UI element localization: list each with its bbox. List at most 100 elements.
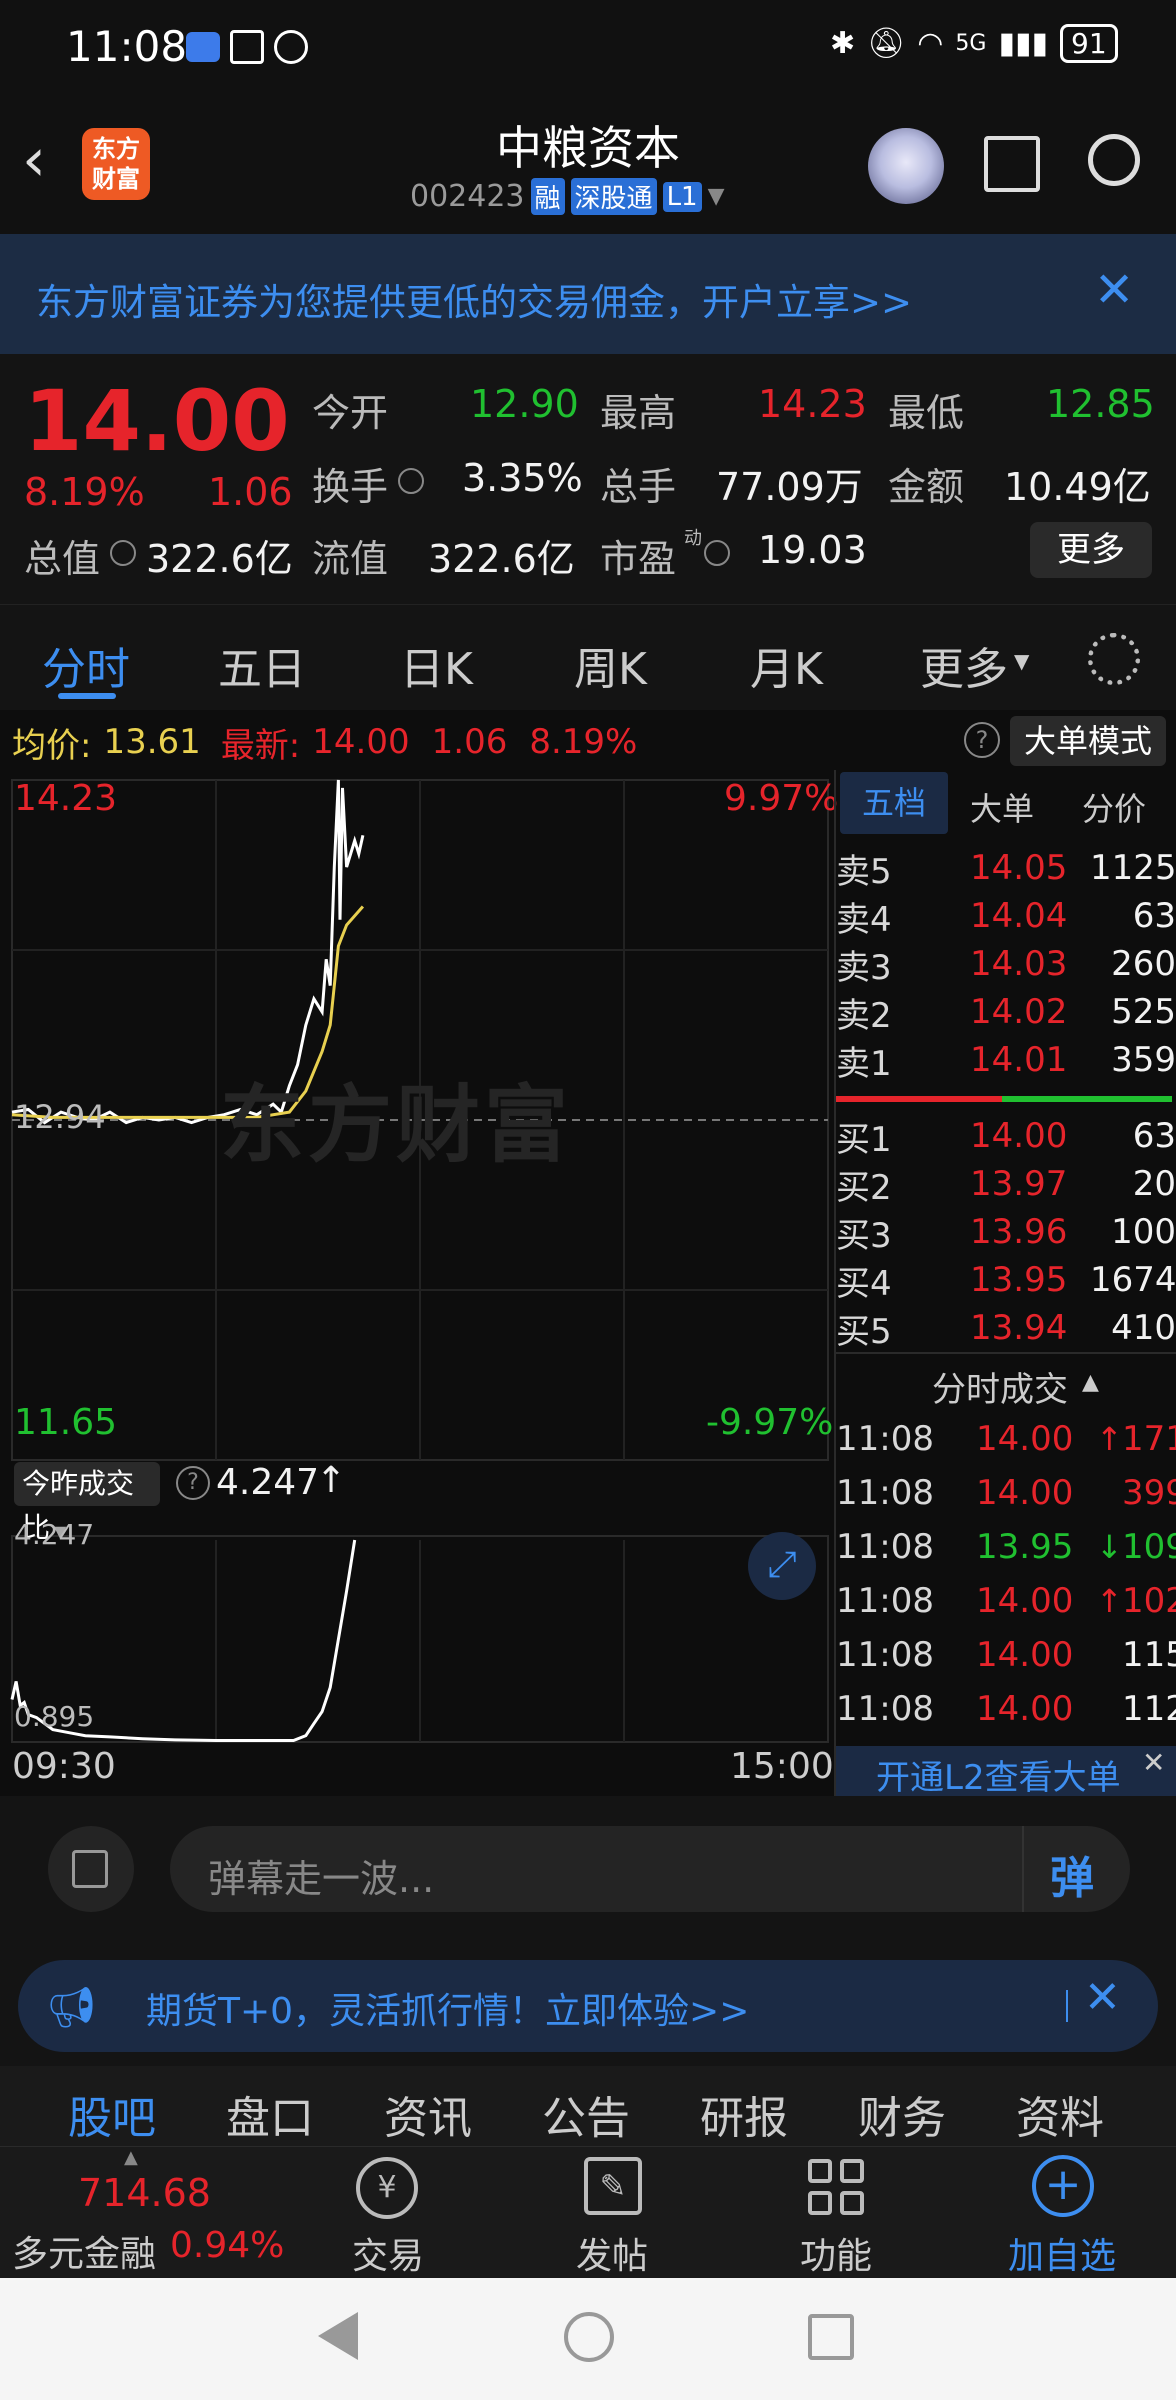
stock-subtitle: 002423 融 深股通 L1 ▼ [410,178,725,215]
bid-row: 买5 13.94 410 [836,1304,1176,1352]
ask-price: 14.01 [970,1040,1068,1080]
chevron-down-icon[interactable]: ▼ [708,184,725,209]
ticks-title[interactable]: 分时成交 [932,1362,1068,1411]
latest-label: 最新: [220,725,301,766]
mute-icon: 🔕︎ [867,26,906,61]
info-icon[interactable] [704,540,730,566]
futures-promo-pill[interactable]: 📢︎ 期货T+0，灵活抓行情！立即体验>> ✕ [18,1960,1158,2052]
big-order-mode-button[interactable]: 大单模式 [1010,716,1166,766]
tab-research[interactable]: 研报 [700,2082,788,2146]
doc-icon [72,1850,108,1888]
tab-5day[interactable]: 五日 [218,633,306,697]
nav-post[interactable]: 发帖 [576,2227,648,2279]
tick-volume: 1024 [1122,1581,1176,1621]
l2-upsell[interactable]: 开通L2查看大单 ✕ [836,1746,1176,1799]
amount-value: 10.49亿 [1004,465,1151,509]
badge-connect: 深股通 [570,178,657,215]
promo-banner[interactable]: 东方财富证券为您提供更低的交易佣金，开户立享>> ✕ [0,234,1176,354]
voice-app-icon [186,32,220,62]
top-nav-bar: ‹ 东方 财富 中粮资本 002423 融 深股通 L1 ▼ [0,100,1176,234]
tab-profile[interactable]: 资料 [1016,2082,1104,2146]
sector-index-value[interactable]: 714.68 [78,2171,211,2215]
grid-icon[interactable] [808,2159,866,2217]
robot-assistant-icon[interactable] [868,128,944,204]
close-icon[interactable]: ✕ [1094,262,1134,318]
more-button[interactable]: 更多 [1030,522,1152,578]
tab-news[interactable]: 资讯 [384,2082,472,2146]
bid-price: 13.96 [970,1212,1068,1252]
tick-arrow: ↓ [1096,1528,1123,1566]
tab-intraday[interactable]: 分时 [42,633,130,697]
close-icon[interactable]: ✕ [1142,1746,1165,1779]
tab-big-orders[interactable]: 大单 [970,784,1034,830]
danmu-toggle-button[interactable]: 弹 [1050,1842,1094,1906]
price-axis-bottom: 11.65 [14,1402,118,1443]
volume-value: 77.09万 [716,465,863,509]
edit-icon[interactable]: ✎ [584,2157,642,2215]
back-nav-icon[interactable] [318,2312,358,2360]
intraday-chart-svg[interactable] [0,770,834,1796]
home-nav-icon[interactable] [564,2312,614,2362]
tab-financials[interactable]: 财务 [858,2082,946,2146]
tab-price-dist[interactable]: 分价 [1082,784,1146,830]
bid-ask-bar-green [1002,1096,1172,1102]
tab-monthly[interactable]: 月K [750,633,823,697]
tab-more[interactable]: 更多 [920,633,1008,697]
network-label: 5G [955,31,987,56]
ask-label: 卖4 [836,899,892,940]
info-icon[interactable] [110,540,136,566]
info-icon[interactable] [398,468,424,494]
tick-volume: 1715 [1122,1419,1176,1459]
danmu-settings-icon[interactable] [48,1826,134,1912]
banner-text[interactable]: 东方财富证券为您提供更低的交易佣金，开户立享>> [36,272,912,326]
tab-level5[interactable]: 五档 [840,772,948,834]
sub-tabs: 股吧 盘口 资讯 公告 研报 财务 资料 [0,2066,1176,2146]
ask-label: 卖1 [836,1043,892,1084]
danmu-input[interactable]: 弹幕走一波... 弹 [170,1826,1130,1912]
amount-label: 金额 [888,465,965,509]
sector-change[interactable]: 0.94% [170,2225,284,2266]
chevron-down-icon[interactable]: ▼ [1014,649,1029,673]
recents-nav-icon[interactable] [808,2314,854,2360]
bid-label: 买2 [836,1167,892,1208]
add-watchlist-icon[interactable]: + [1032,2155,1094,2217]
share-icon[interactable] [984,136,1040,192]
l2-upsell-text[interactable]: 开通L2查看大单 [876,1750,1121,1799]
help-icon[interactable]: ? [176,1466,210,1500]
search-icon[interactable] [1088,134,1140,186]
nav-add-watchlist[interactable]: 加自选 [1008,2227,1116,2279]
tab-daily[interactable]: 日K [400,633,473,697]
trade-icon[interactable]: ¥ [356,2157,418,2219]
expand-icon[interactable]: ⤢ [748,1532,816,1600]
status-bar: 11:08 ✱ 🔕︎ ◠ 5G ▮▮▮ 91 [0,0,1176,100]
help-icon[interactable]: ? [964,722,1000,758]
tick-volume: 1096 [1122,1527,1176,1567]
bid-label: 买1 [836,1119,892,1160]
tab-weekly[interactable]: 周K [574,633,647,697]
tick-time: 11:08 [836,1635,934,1675]
tab-forum[interactable]: 股吧 [68,2082,156,2146]
tick-arrow: ↑ [1096,1582,1123,1620]
futures-promo-text[interactable]: 期货T+0，灵活抓行情！立即体验>> [146,1982,749,2034]
nav-functions[interactable]: 功能 [800,2227,872,2279]
pe-value: 19.03 [758,528,867,572]
chart-area: 均价: 13.61 最新: 14.00 1.06 8.19% ? 大单模式 14… [0,710,1176,1799]
tab-announcements[interactable]: 公告 [542,2082,630,2146]
last-price: 14.00 [24,372,290,470]
ratio-select[interactable]: 今昨成交比 ▼ [14,1462,160,1544]
pct-axis-top: 9.97% [724,778,839,819]
pe-label: 市盈 [600,537,677,581]
ask-volume: 1125 [1090,848,1176,888]
high-value: 14.23 [758,382,867,426]
tab-orderbook[interactable]: 盘口 [226,2082,314,2146]
wifi-icon: ◠ [917,26,944,61]
nav-trade[interactable]: 交易 [352,2227,424,2279]
signal-icon: ▮▮▮ [998,26,1048,61]
bluetooth-icon: ✱ [830,26,856,61]
gear-icon[interactable] [1088,633,1140,685]
close-icon[interactable]: ✕ [1084,1972,1121,2023]
bid-volume: 410 [1111,1308,1176,1348]
caret-up-icon: ▲ [124,2147,138,2168]
badge-level[interactable]: L1 [662,181,702,212]
sector-name[interactable]: 多元金融 [12,2225,156,2277]
